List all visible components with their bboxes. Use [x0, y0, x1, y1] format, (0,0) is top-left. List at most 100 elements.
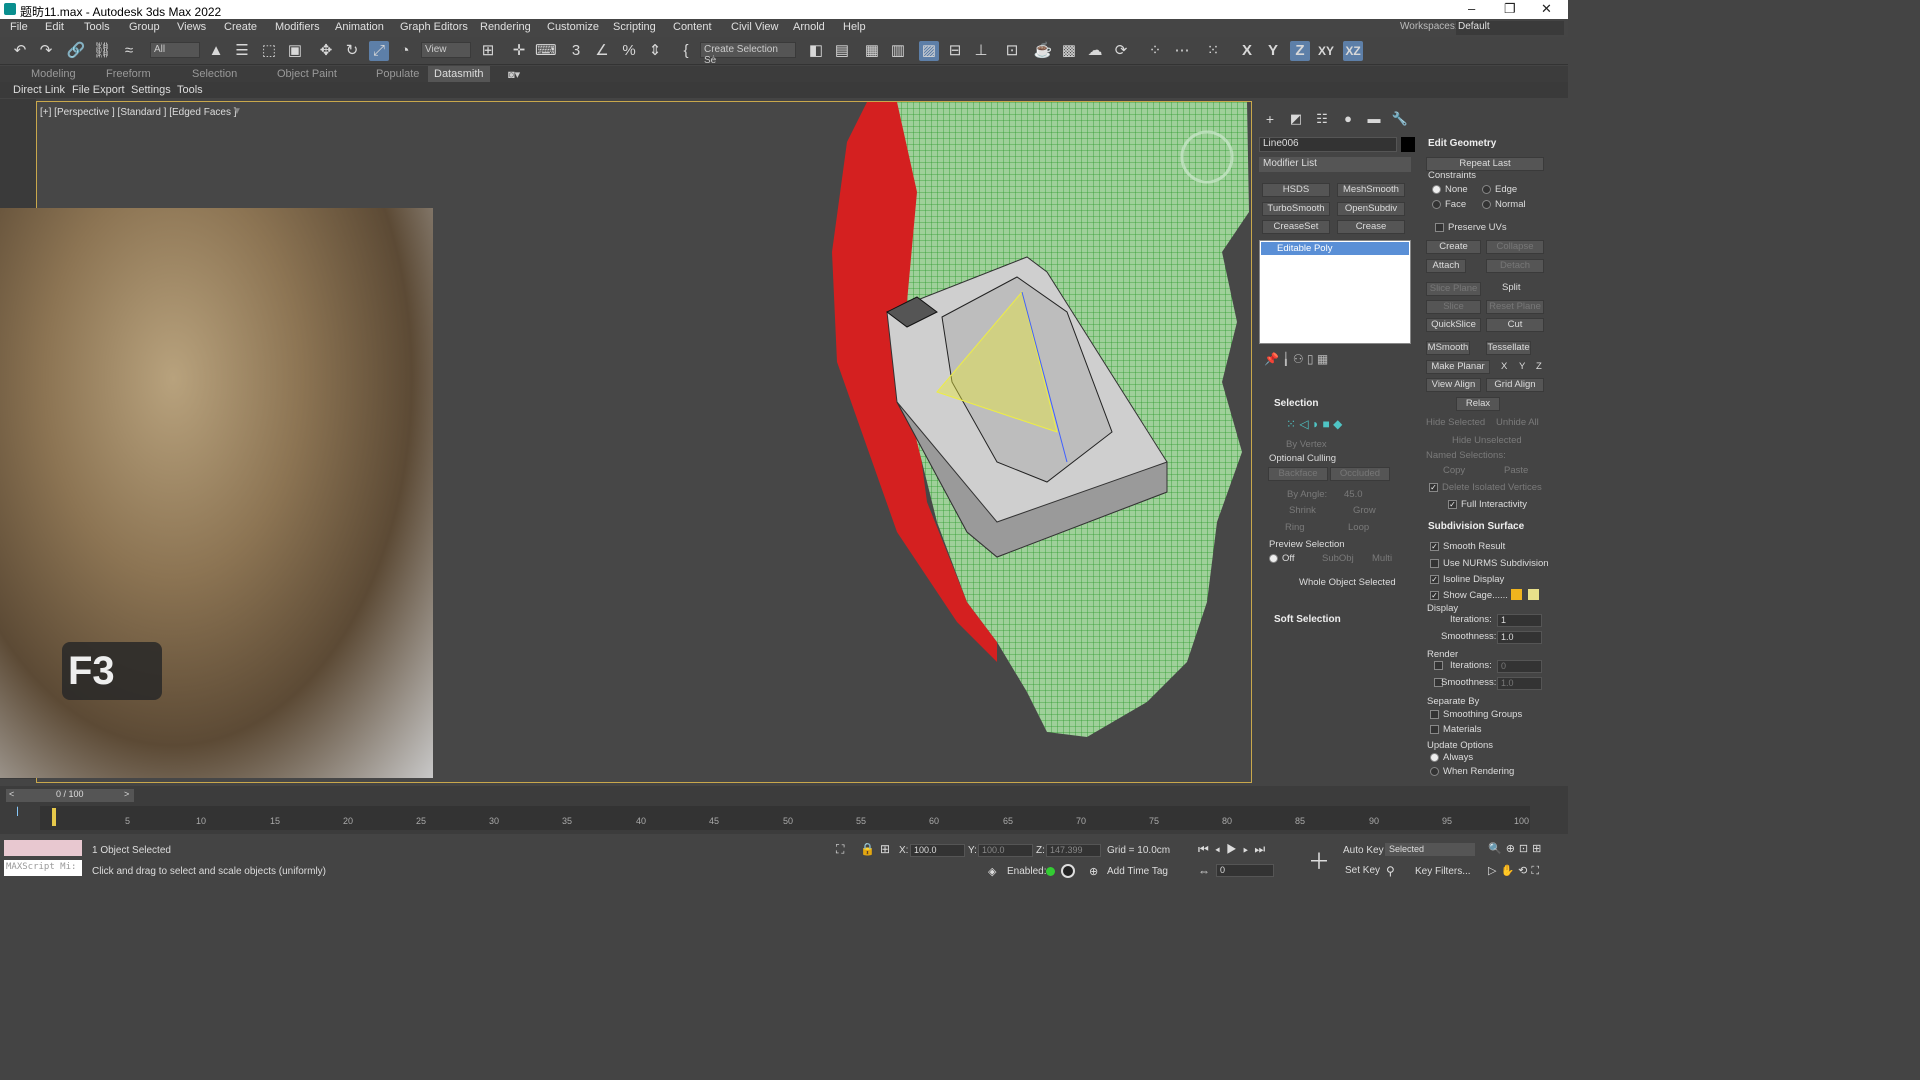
material-editor-icon[interactable]: ⊥ [971, 41, 991, 61]
menu-customize[interactable]: Customize [547, 21, 599, 33]
menu-create[interactable]: Create [224, 21, 257, 33]
quickslice-button[interactable]: QuickSlice [1426, 318, 1481, 332]
axis-xz-button[interactable]: XZ [1343, 41, 1363, 61]
time-slider[interactable]: < 0 / 100 > [6, 789, 134, 802]
by-angle-value[interactable]: 45.0 [1344, 489, 1363, 500]
rect-selection-icon[interactable]: ⬚ [259, 41, 279, 61]
settings-button[interactable]: Settings [131, 84, 171, 96]
repeat-last-button[interactable]: Repeat Last [1426, 157, 1544, 171]
isoline-display-checkbox[interactable]: ✓ [1430, 575, 1439, 584]
update-always-radio[interactable] [1430, 753, 1439, 762]
menu-civil-view[interactable]: Civil View [731, 21, 778, 33]
undo-icon[interactable]: ↶ [10, 41, 30, 61]
create-button[interactable]: Create [1426, 240, 1481, 254]
loop-button[interactable]: Loop [1348, 522, 1369, 533]
bind-space-warp-icon[interactable]: ≈ [119, 41, 139, 61]
render-smoothness-spinner[interactable]: 1.0 [1497, 677, 1542, 690]
update-rendering-radio[interactable] [1430, 767, 1439, 776]
toggle-ribbon-icon[interactable]: ▥ [888, 41, 908, 61]
snap-toolbar-icon[interactable]: ⋯ [1172, 41, 1192, 61]
tab-freeform[interactable]: Freeform [106, 68, 151, 80]
split-label[interactable]: Split [1502, 282, 1520, 293]
constraint-none-radio[interactable] [1432, 185, 1441, 194]
delete-isolated-checkbox[interactable]: ✓ [1429, 483, 1438, 492]
link-icon[interactable]: 🔗 [66, 41, 86, 61]
curve-editor-mini-icon[interactable]: ꟾ [16, 808, 19, 819]
tab-selection[interactable]: Selection [192, 68, 237, 80]
scale-icon[interactable]: ⤢ [369, 41, 389, 61]
enabled-indicator[interactable] [1046, 867, 1055, 876]
utilities-tab-icon[interactable]: 🔧 [1390, 109, 1410, 129]
ring-button[interactable]: Ring [1285, 522, 1305, 533]
constraint-normal-radio[interactable] [1482, 200, 1491, 209]
menu-edit[interactable]: Edit [45, 21, 64, 33]
rotate-icon[interactable]: ↻ [342, 41, 362, 61]
menu-graph-editors[interactable]: Graph Editors [400, 21, 468, 33]
render-setup-icon[interactable]: ⊡ [1002, 41, 1022, 61]
menu-rendering[interactable]: Rendering [480, 21, 531, 33]
attach-button[interactable]: Attach [1426, 259, 1466, 273]
preview-multi-label[interactable]: Multi [1372, 553, 1392, 564]
time-tag-icon[interactable] [1061, 864, 1075, 878]
preview-subobj-label[interactable]: SubObj [1322, 553, 1354, 564]
pin-stack-icon[interactable]: 📌 ╽ ⚇ ▯ ▦ [1264, 352, 1328, 366]
stack-item-editable-poly[interactable]: Editable Poly [1261, 242, 1409, 255]
minimize-button[interactable]: – [1468, 1, 1475, 16]
grid-align-button[interactable]: Grid Align [1486, 378, 1544, 392]
msmooth-button[interactable]: MSmooth [1426, 341, 1470, 355]
edit-geometry-rollout-title[interactable]: Edit Geometry [1428, 138, 1496, 149]
shrink-button[interactable]: Shrink [1289, 505, 1316, 516]
maxscript-mini-listener[interactable]: MAXScript Mi: [4, 860, 82, 876]
materials-checkbox[interactable] [1430, 725, 1439, 734]
make-planar-button[interactable]: Make Planar [1426, 360, 1490, 374]
axis-y-button[interactable]: Y [1263, 41, 1283, 61]
close-button[interactable]: ✕ [1541, 1, 1552, 17]
select-object-icon[interactable]: ▲ [206, 41, 226, 61]
auto-key-button[interactable]: Auto Key [1343, 845, 1384, 856]
time-marker[interactable] [52, 808, 56, 826]
selection-rollout-title[interactable]: Selection [1274, 398, 1318, 409]
render-production-icon[interactable]: ▩ [1059, 41, 1079, 61]
backface-button[interactable]: Backface [1268, 467, 1328, 481]
grow-button[interactable]: Grow [1353, 505, 1376, 516]
align-icon[interactable]: ▤ [832, 41, 852, 61]
render-iterations-checkbox[interactable] [1434, 661, 1443, 670]
make-planar-z-button[interactable]: Z [1536, 361, 1542, 372]
cut-button[interactable]: Cut [1486, 318, 1544, 332]
show-cage-checkbox[interactable]: ✓ [1430, 591, 1439, 600]
key-filters-button[interactable]: Key Filters... [1415, 866, 1471, 877]
view-align-button[interactable]: View Align [1426, 378, 1481, 392]
snaps-toggle-icon[interactable]: 3 [566, 41, 586, 61]
crease-button[interactable]: Crease [1337, 220, 1405, 234]
menu-animation[interactable]: Animation [335, 21, 384, 33]
isolate-icon[interactable]: ⛶ [836, 842, 844, 857]
relax-button[interactable]: Relax [1456, 397, 1500, 411]
motion-tab-icon[interactable]: ● [1338, 109, 1358, 129]
preserve-uvs-checkbox[interactable] [1435, 223, 1444, 232]
percent-snap-icon[interactable]: % [619, 41, 639, 61]
viewport-navigation-icons[interactable]: 🔍⊕⊡⊞ [1488, 842, 1545, 855]
axis-z-button[interactable]: Z [1290, 41, 1310, 61]
absolute-mode-icon[interactable]: ⊞ [880, 842, 890, 856]
unlink-icon[interactable]: ⛓ [92, 41, 112, 61]
reset-plane-button[interactable]: Reset Plane [1486, 300, 1544, 314]
paste-button[interactable]: Paste [1504, 465, 1528, 476]
reference-coordinate-dropdown[interactable]: View [421, 42, 471, 58]
time-slider-next[interactable]: > [124, 789, 129, 799]
create-tab-icon[interactable]: + [1260, 109, 1280, 129]
ribbon-options-icon[interactable]: ◙▾ [508, 68, 520, 81]
display-smoothness-spinner[interactable]: 1.0 [1497, 631, 1542, 644]
add-time-tag-label[interactable]: Add Time Tag [1107, 866, 1168, 877]
selection-lock-icon[interactable]: 🔒 [860, 842, 875, 856]
key-filters-icon[interactable]: ⚲ [1386, 864, 1395, 878]
occluded-button[interactable]: Occluded [1330, 467, 1390, 481]
full-interactivity-checkbox[interactable]: ✓ [1448, 500, 1457, 509]
hide-unselected-button[interactable]: Hide Unselected [1452, 435, 1522, 446]
object-name-field[interactable]: Line006 [1259, 137, 1397, 152]
set-key-button[interactable]: Set Key [1345, 865, 1380, 876]
layer-explorer-icon[interactable]: ▦ [862, 41, 882, 61]
menu-modifiers[interactable]: Modifiers [275, 21, 320, 33]
time-slider-prev[interactable]: < [9, 789, 14, 799]
selection-filter-dropdown[interactable]: All [150, 42, 200, 58]
select-by-name-icon[interactable]: ☰ [232, 41, 252, 61]
